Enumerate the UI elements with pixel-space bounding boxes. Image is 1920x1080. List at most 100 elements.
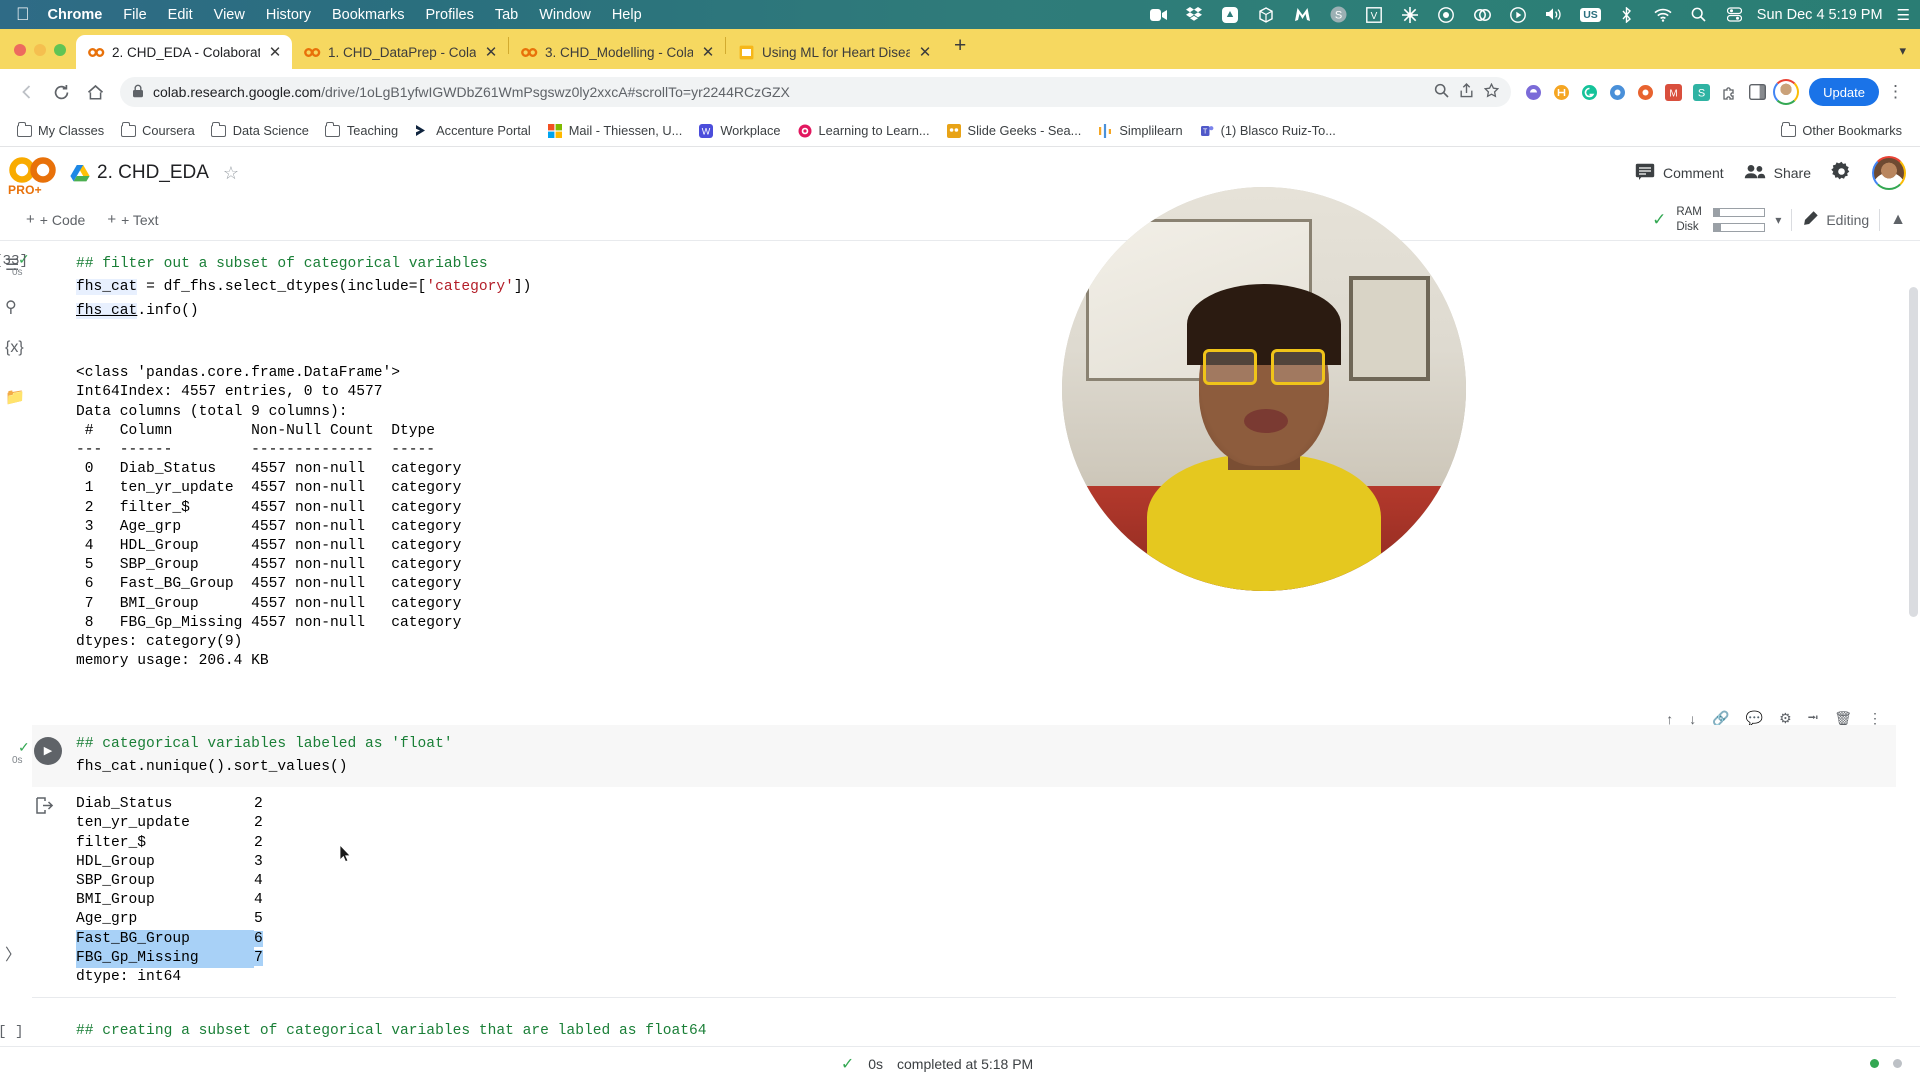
menubar-clock[interactable]: Sun Dec 4 5:19 PM — [1757, 7, 1883, 23]
menu-item-help[interactable]: Help — [612, 7, 642, 23]
browser-tab-3[interactable]: 3. CHD_Modelling - Colaborato ✕ — [509, 35, 725, 69]
resource-usage-indicator[interactable]: ✓ RAM Disk ▾ — [1652, 206, 1781, 233]
bookmark-workplace[interactable]: W Workplace — [690, 119, 788, 143]
other-bookmarks-folder[interactable]: Other Bookmarks — [1772, 119, 1910, 143]
close-tab-1-icon[interactable]: ✕ — [267, 43, 283, 61]
cell-33-code[interactable]: ## filter out a subset of categorical va… — [32, 245, 1896, 331]
play-icon[interactable] — [1508, 5, 1528, 25]
reload-button[interactable] — [46, 77, 76, 107]
chevron-down-icon[interactable]: ▾ — [1775, 213, 1781, 227]
grammarly-icon[interactable] — [1577, 80, 1601, 104]
bookmark-mail-thiessen[interactable]: Mail - Thiessen, U... — [539, 119, 691, 143]
bookmark-coursera[interactable]: Coursera — [112, 119, 203, 143]
editing-mode-button[interactable]: Editing — [1802, 210, 1869, 230]
bookmark-learning-to-learn[interactable]: Learning to Learn... — [789, 119, 938, 143]
cell-next-code[interactable]: ## creating a subset of categorical vari… — [32, 1020, 1896, 1046]
bookmark-accenture-portal[interactable]: Accenture Portal — [406, 119, 539, 143]
bluetooth-icon[interactable] — [1617, 5, 1637, 25]
maximize-window-button[interactable] — [54, 44, 66, 56]
back-button[interactable] — [12, 77, 42, 107]
puzzle-icon[interactable] — [1717, 80, 1741, 104]
close-tab-3-icon[interactable]: ✕ — [700, 43, 716, 61]
notebook-cell-next[interactable]: [ ] ## creating a subset of categorical … — [0, 1020, 1896, 1046]
color-ext-icon[interactable] — [1605, 80, 1629, 104]
disk-meter: Disk — [1676, 221, 1766, 233]
gear-ext-icon[interactable] — [1633, 80, 1657, 104]
colab-logo[interactable]: PRO+ — [8, 153, 66, 197]
input-source-badge[interactable]: US — [1580, 7, 1601, 22]
sunburst-icon[interactable] — [1400, 5, 1420, 25]
cell-active-code[interactable]: ▶ ## categorical variables labeled as 'f… — [32, 724, 1896, 788]
run-cell-button[interactable]: ▶ — [34, 736, 62, 765]
notebook-cell-active[interactable]: ✓ 0s ↑ ↓ 🔗 💬 ⚙ ⭲ 🗑 ⋮ ▶ ## categorical va… — [12, 702, 1896, 999]
honey-icon[interactable] — [1549, 80, 1573, 104]
cell-33-prompt[interactable]: [33] — [0, 253, 28, 269]
menu-item-edit[interactable]: Edit — [168, 7, 193, 23]
control-center-icon[interactable] — [1725, 5, 1745, 25]
malwarebytes-icon[interactable] — [1292, 5, 1312, 25]
profile-avatar[interactable] — [1773, 79, 1800, 105]
update-button[interactable]: Update — [1809, 78, 1879, 106]
user-avatar[interactable] — [1872, 156, 1906, 190]
minimize-window-button[interactable] — [34, 44, 46, 56]
webcam-bubble[interactable] — [1062, 187, 1466, 591]
close-tab-2-icon[interactable]: ✕ — [483, 43, 499, 61]
menu-item-profiles[interactable]: Profiles — [426, 7, 474, 23]
s-app-icon[interactable]: S — [1328, 5, 1348, 25]
chevron-up-icon[interactable]: ▲ — [1890, 211, 1906, 229]
menu-item-window[interactable]: Window — [539, 7, 591, 23]
menu-item-bookmarks[interactable]: Bookmarks — [332, 7, 405, 23]
puzzle-ext-icon[interactable] — [1521, 80, 1545, 104]
tab-search-button[interactable]: ▾ — [1899, 43, 1920, 69]
menu-item-chrome[interactable]: Chrome — [48, 7, 103, 23]
close-tab-4-icon[interactable]: ✕ — [917, 43, 933, 61]
cell-next-prompt[interactable]: [ ] — [0, 1024, 24, 1040]
home-button[interactable] — [80, 77, 110, 107]
dropbox-icon[interactable] — [1184, 5, 1204, 25]
notebook-title[interactable]: 2. CHD_EDA — [97, 162, 209, 184]
browser-tab-1[interactable]: 2. CHD_EDA - Colaboratory ✕ — [76, 35, 292, 69]
star-icon[interactable]: ☆ — [223, 163, 239, 184]
list-icon[interactable]: ☰ — [1897, 6, 1910, 24]
zoom-icon[interactable] — [1434, 83, 1449, 101]
creative-cloud-icon[interactable] — [1472, 5, 1492, 25]
drive-sync-icon[interactable] — [1220, 5, 1240, 25]
share-icon[interactable] — [1459, 83, 1474, 101]
vpn-icon[interactable]: V — [1364, 5, 1384, 25]
new-tab-button[interactable]: + — [942, 35, 978, 64]
search-icon[interactable] — [1689, 5, 1709, 25]
bookmark-simplilearn[interactable]: Simplilearn — [1089, 119, 1190, 143]
bookmark-my-classes[interactable]: My Classes — [8, 119, 112, 143]
menu-item-view[interactable]: View — [214, 7, 245, 23]
share-button[interactable]: Share — [1734, 157, 1821, 189]
browser-tab-4[interactable]: Using ML for Heart Disease Pre ✕ — [726, 35, 942, 69]
bookmark-data-science[interactable]: Data Science — [203, 119, 317, 143]
browser-tab-2[interactable]: 1. CHD_DataPrep - Colaborato ✕ — [292, 35, 508, 69]
record-icon[interactable] — [1436, 5, 1456, 25]
volume-icon[interactable] — [1544, 5, 1564, 25]
menu-item-tab[interactable]: Tab — [495, 7, 518, 23]
kebab-menu-icon[interactable]: ⋮ — [1883, 82, 1908, 102]
add-text-cell-button[interactable]: + + Text — [107, 211, 158, 228]
close-window-button[interactable] — [14, 44, 26, 56]
notebook-scrollbar[interactable] — [1909, 287, 1918, 617]
bookmark-teaching[interactable]: Teaching — [317, 119, 406, 143]
comment-button[interactable]: Comment — [1625, 156, 1734, 191]
menu-item-file[interactable]: File — [123, 7, 146, 23]
menu-item-history[interactable]: History — [266, 7, 311, 23]
video-icon[interactable] — [1148, 5, 1168, 25]
notebook-scroll-area[interactable]: ✓ 0s [33] ## filter out a subset of cate… — [0, 241, 1920, 1046]
wifi-icon[interactable] — [1653, 5, 1673, 25]
s-ext-icon[interactable]: S — [1689, 80, 1713, 104]
notebook-cell-33[interactable]: ✓ 0s [33] ## filter out a subset of cate… — [0, 245, 1896, 699]
add-code-cell-button[interactable]: + + Code — [26, 211, 85, 228]
apple-logo-icon[interactable]:  — [16, 5, 30, 23]
address-bar[interactable]: colab.research.google.com/drive/1oLgB1yf… — [120, 77, 1512, 107]
sidebar-icon[interactable] — [1745, 80, 1769, 104]
box-icon[interactable] — [1256, 5, 1276, 25]
star-icon[interactable] — [1483, 82, 1500, 101]
bookmark-blasco-ruiz[interactable]: T (1) Blasco Ruiz-To... — [1191, 119, 1344, 143]
adblock-icon[interactable]: M — [1661, 80, 1685, 104]
bookmark-slide-geeks[interactable]: Slide Geeks - Sea... — [938, 119, 1090, 143]
settings-button[interactable] — [1821, 154, 1862, 192]
